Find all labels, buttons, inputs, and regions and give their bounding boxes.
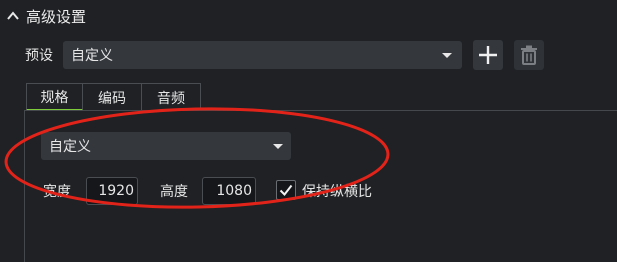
section-title: 高级设置 [26, 7, 87, 26]
height-input[interactable]: 1080 [202, 177, 256, 205]
delete-preset-button[interactable] [514, 40, 544, 70]
settings-tabs: 规格 编码 音频 [26, 83, 201, 111]
keep-aspect-checkbox[interactable] [276, 180, 296, 200]
resolution-dropdown[interactable]: 自定义 [41, 132, 291, 160]
height-label: 高度 [160, 184, 188, 200]
advanced-settings-header[interactable]: 高级设置 [6, 4, 86, 28]
advanced-settings-panel: 高级设置 预设 自定义 规格 编码 音频 自定义 宽度 1920 高度 1080 [0, 0, 617, 262]
tab-encoding[interactable]: 编码 [83, 83, 142, 111]
preset-label: 预设 [25, 48, 53, 64]
panel-border [24, 110, 25, 262]
add-preset-button[interactable] [473, 40, 503, 70]
width-input[interactable]: 1920 [86, 177, 138, 205]
tab-spec[interactable]: 规格 [26, 83, 83, 111]
preset-selected-value: 自定义 [71, 48, 113, 64]
preset-dropdown[interactable]: 自定义 [63, 41, 462, 69]
plus-icon [479, 46, 497, 64]
tab-audio[interactable]: 音频 [142, 83, 201, 111]
dropdown-caret-icon [442, 53, 452, 58]
checkmark-icon [279, 184, 293, 197]
chevron-up-icon [6, 9, 20, 23]
resolution-selected-value: 自定义 [49, 139, 91, 155]
tab-divider [24, 110, 617, 111]
keep-aspect-label: 保持纵横比 [302, 184, 372, 200]
trash-icon [521, 45, 537, 65]
width-label: 宽度 [43, 184, 71, 200]
dropdown-caret-icon [273, 144, 283, 149]
